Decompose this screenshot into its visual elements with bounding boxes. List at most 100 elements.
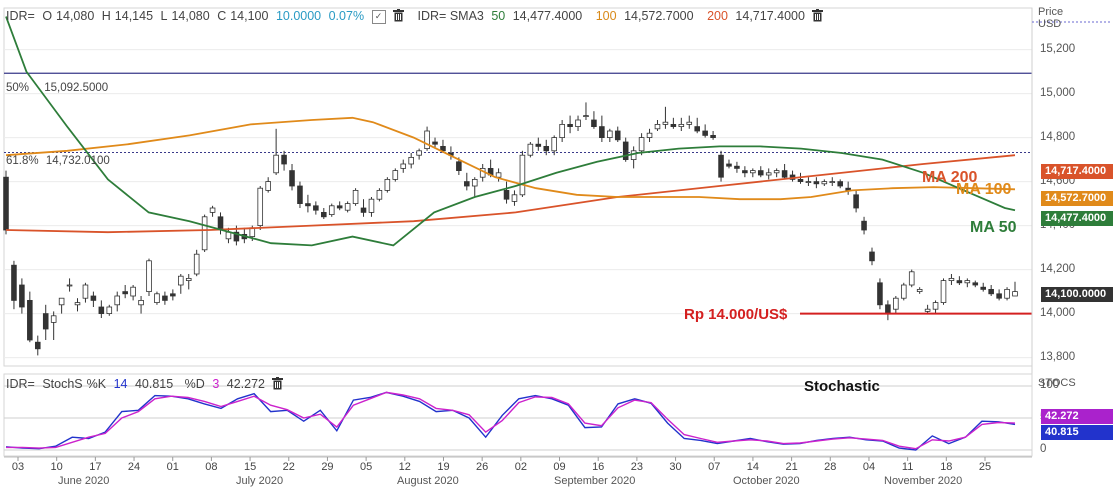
candle-body [297, 185, 303, 205]
candle-body [90, 295, 97, 301]
candle-body [519, 154, 526, 196]
candle-body [424, 130, 430, 150]
candle-body [646, 132, 653, 138]
price-y-tick-label: 15,000 [1040, 86, 1076, 99]
candle-body [885, 304, 891, 314]
candle-body [305, 203, 311, 207]
x-tick-label: 26 [476, 461, 489, 473]
candle-body [559, 124, 565, 139]
trash-icon[interactable] [393, 9, 405, 25]
candle-body [376, 189, 383, 200]
ma100-tag: 14,572.7000 [1041, 191, 1113, 206]
candle-body [170, 293, 176, 297]
x-tick-label: 03 [11, 461, 25, 473]
x-tick-label: 29 [321, 461, 334, 473]
stoch-trash-icon[interactable] [272, 377, 284, 393]
x-tick-label: 04 [862, 461, 876, 473]
candle-body [543, 145, 550, 152]
stoch-d-value: 42.272 [226, 377, 265, 392]
sma50-period: 50 [491, 9, 506, 24]
candle-body [495, 172, 502, 178]
candle-body [829, 181, 836, 184]
last-price-tag: 14,100.0000 [1041, 287, 1113, 302]
stoch-d-tag: 42.272 [1041, 409, 1113, 424]
candle-body [146, 260, 152, 292]
candle-body [924, 308, 931, 312]
close-label: C [217, 9, 227, 24]
x-tick-label: 01 [166, 461, 179, 473]
candle-body [162, 295, 168, 301]
candle-body [599, 126, 605, 138]
candle-body [328, 205, 335, 216]
candle-body [1012, 291, 1018, 297]
ma50-annotation: MA 50 [970, 219, 1017, 236]
candle-body [511, 194, 518, 202]
candle-body [130, 286, 136, 297]
x-tick-label: 09 [553, 461, 566, 473]
candle-body [607, 130, 613, 138]
candle-body [551, 137, 557, 152]
candle-body [11, 264, 17, 301]
stoch-name: StochS [42, 377, 83, 392]
candle-body [583, 115, 589, 117]
support-annotation: Rp 14.000/US$ [684, 306, 788, 323]
fib-50-label: 50% 15,092.5000 [6, 82, 108, 94]
x-tick-label: 10 [50, 461, 63, 473]
x-tick-label: 28 [824, 461, 837, 473]
stochastic-annotation: Stochastic [804, 378, 880, 395]
stoch-d-period: 3 [212, 377, 220, 392]
candle-body [98, 306, 105, 314]
price-y-tick-label: 14,200 [1040, 262, 1076, 275]
x-tick-label: 30 [669, 461, 682, 473]
candle-body [861, 220, 867, 231]
candle-body [940, 280, 947, 304]
stoch-k-value: 40.815 [134, 377, 174, 392]
candle-body [773, 170, 780, 174]
candle-body [416, 150, 422, 156]
candle-body [281, 154, 287, 165]
candle-body [591, 119, 597, 127]
candle-body [575, 119, 581, 127]
candle-body [622, 141, 629, 161]
candle-body [66, 284, 73, 287]
candle-body [50, 315, 57, 323]
candle-body [869, 251, 875, 262]
x-tick-label: 15 [243, 461, 257, 473]
stoch-d-label: %D [184, 377, 205, 392]
candle-body [209, 207, 216, 213]
candle-body [853, 194, 859, 209]
candle-body [686, 121, 693, 125]
x-tick-label: 22 [282, 461, 295, 473]
fib-50-pct: 50% [6, 82, 30, 94]
candle-body [718, 154, 724, 178]
candle-body [678, 124, 685, 128]
candle-body [948, 277, 955, 281]
candle-body [352, 189, 359, 204]
ma100-annotation: MA 100 [956, 181, 1012, 198]
checkbox-icon[interactable]: ✓ [371, 10, 386, 24]
x-tick-label: 14 [746, 461, 760, 473]
candle-body [408, 156, 414, 165]
candle-body [74, 302, 81, 306]
candle-body [734, 165, 740, 169]
candle-body [726, 163, 732, 167]
candle-body [34, 341, 41, 350]
candle-body [630, 150, 637, 161]
candle-body [154, 293, 160, 303]
stoch-y-tick-label: 100 [1040, 379, 1060, 391]
candle-body [400, 163, 407, 169]
x-month-label: July 2020 [236, 475, 284, 487]
x-tick-label: 02 [514, 461, 527, 473]
price-header: IDR= O 14,080 H 14,145 L 14,080 C 14,100 10.… [6, 9, 827, 25]
sma-trash-icon[interactable] [812, 9, 824, 25]
candle-body [464, 181, 470, 187]
x-month-label: September 2020 [554, 475, 636, 487]
low-value: 14,080 [171, 9, 210, 24]
x-tick-label: 16 [592, 461, 605, 473]
x-tick-label: 08 [205, 461, 218, 473]
x-tick-label: 25 [978, 461, 992, 473]
candle-body [289, 170, 295, 187]
candle-body [908, 271, 915, 286]
candle-body [503, 189, 510, 200]
candle-body [201, 216, 208, 251]
